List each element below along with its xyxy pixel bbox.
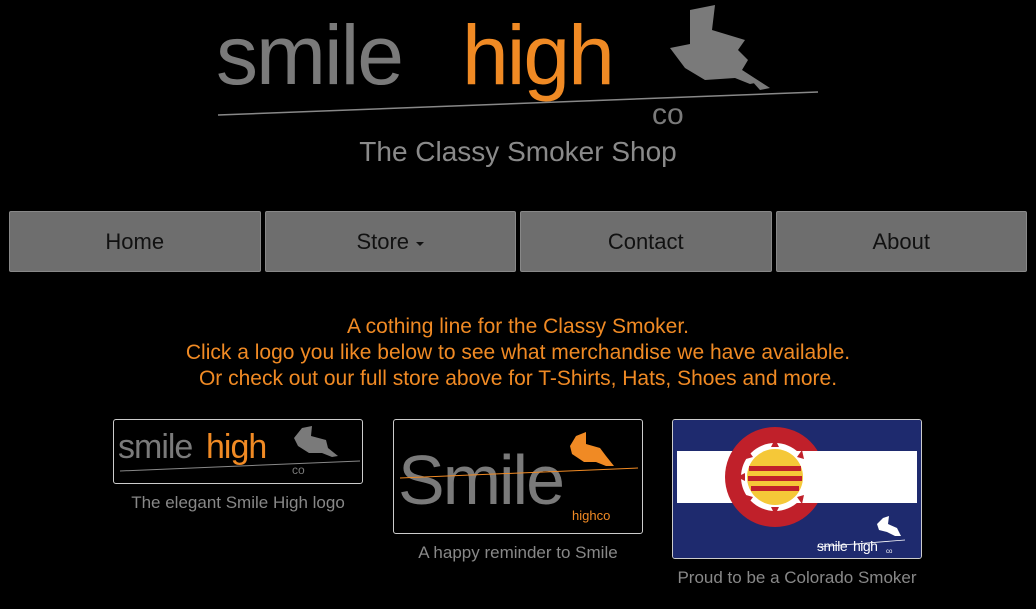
site-header: smile high co <box>0 0 1036 200</box>
logo-suffix: highco <box>572 508 610 523</box>
gallery-card: smile high co Proud to be a Colorado Smo… <box>672 419 922 587</box>
logo-word-smile: smile <box>216 8 402 102</box>
gallery-card: Smile highco A happy reminder to Smile <box>393 419 643 562</box>
bird-icon <box>670 5 770 90</box>
intro-line: A cothing line for the Classy Smoker. <box>347 315 689 338</box>
nav-store-dropdown[interactable]: Store <box>264 211 516 272</box>
page-tagline: The Classy Smoker Shop <box>359 136 677 167</box>
bird-icon <box>570 432 614 466</box>
logo-word-high: high <box>853 538 877 554</box>
nav-contact[interactable]: Contact <box>520 211 772 272</box>
intro-line: Click a logo you like below to see what … <box>185 341 851 364</box>
logo-suffix: co <box>292 463 305 477</box>
nav-home[interactable]: Home <box>9 211 261 272</box>
main-nav: Home Store Contact About <box>9 211 1027 272</box>
nav-home-label: Home <box>105 228 165 254</box>
gallery-caption: Proud to be a Colorado Smoker <box>677 568 917 587</box>
gallery-caption: The elegant Smile High logo <box>131 493 345 512</box>
gallery-caption: A happy reminder to Smile <box>418 543 618 562</box>
nav-contact-label: Contact <box>607 228 684 254</box>
logo-word-high: high <box>462 8 613 102</box>
logo-suffix: co <box>652 98 684 131</box>
logo-word-high: high <box>206 428 266 466</box>
smilehigh-logo: smile high co <box>216 5 819 131</box>
smilehigh-logo-thumb[interactable]: smile high co <box>113 419 363 484</box>
nav-about[interactable]: About <box>775 211 1027 272</box>
intro-line: Or check out our full store above for T-… <box>198 367 838 390</box>
gallery-card: smile high co The elegant Smile High log… <box>113 419 363 512</box>
nav-about-label: About <box>872 228 931 254</box>
bird-icon <box>294 426 338 457</box>
colorado-flag-logo-thumb[interactable]: smile high co <box>672 419 922 559</box>
smile-logo-small: Smile highco <box>398 432 639 523</box>
logo-word-smile: smile <box>118 428 192 466</box>
logo-suffix: co <box>886 549 893 555</box>
caret-down-icon <box>416 241 425 246</box>
nav-store-label: Store <box>356 228 410 254</box>
colorado-flag-logo: smile high co <box>673 420 921 558</box>
intro-text: A cothing line for the Classy Smoker. Cl… <box>0 314 1036 392</box>
logo-word-smile: Smile <box>398 441 563 519</box>
smile-logo-thumb[interactable]: Smile highco <box>393 419 643 534</box>
smilehigh-logo-small: smile high co <box>118 426 361 477</box>
